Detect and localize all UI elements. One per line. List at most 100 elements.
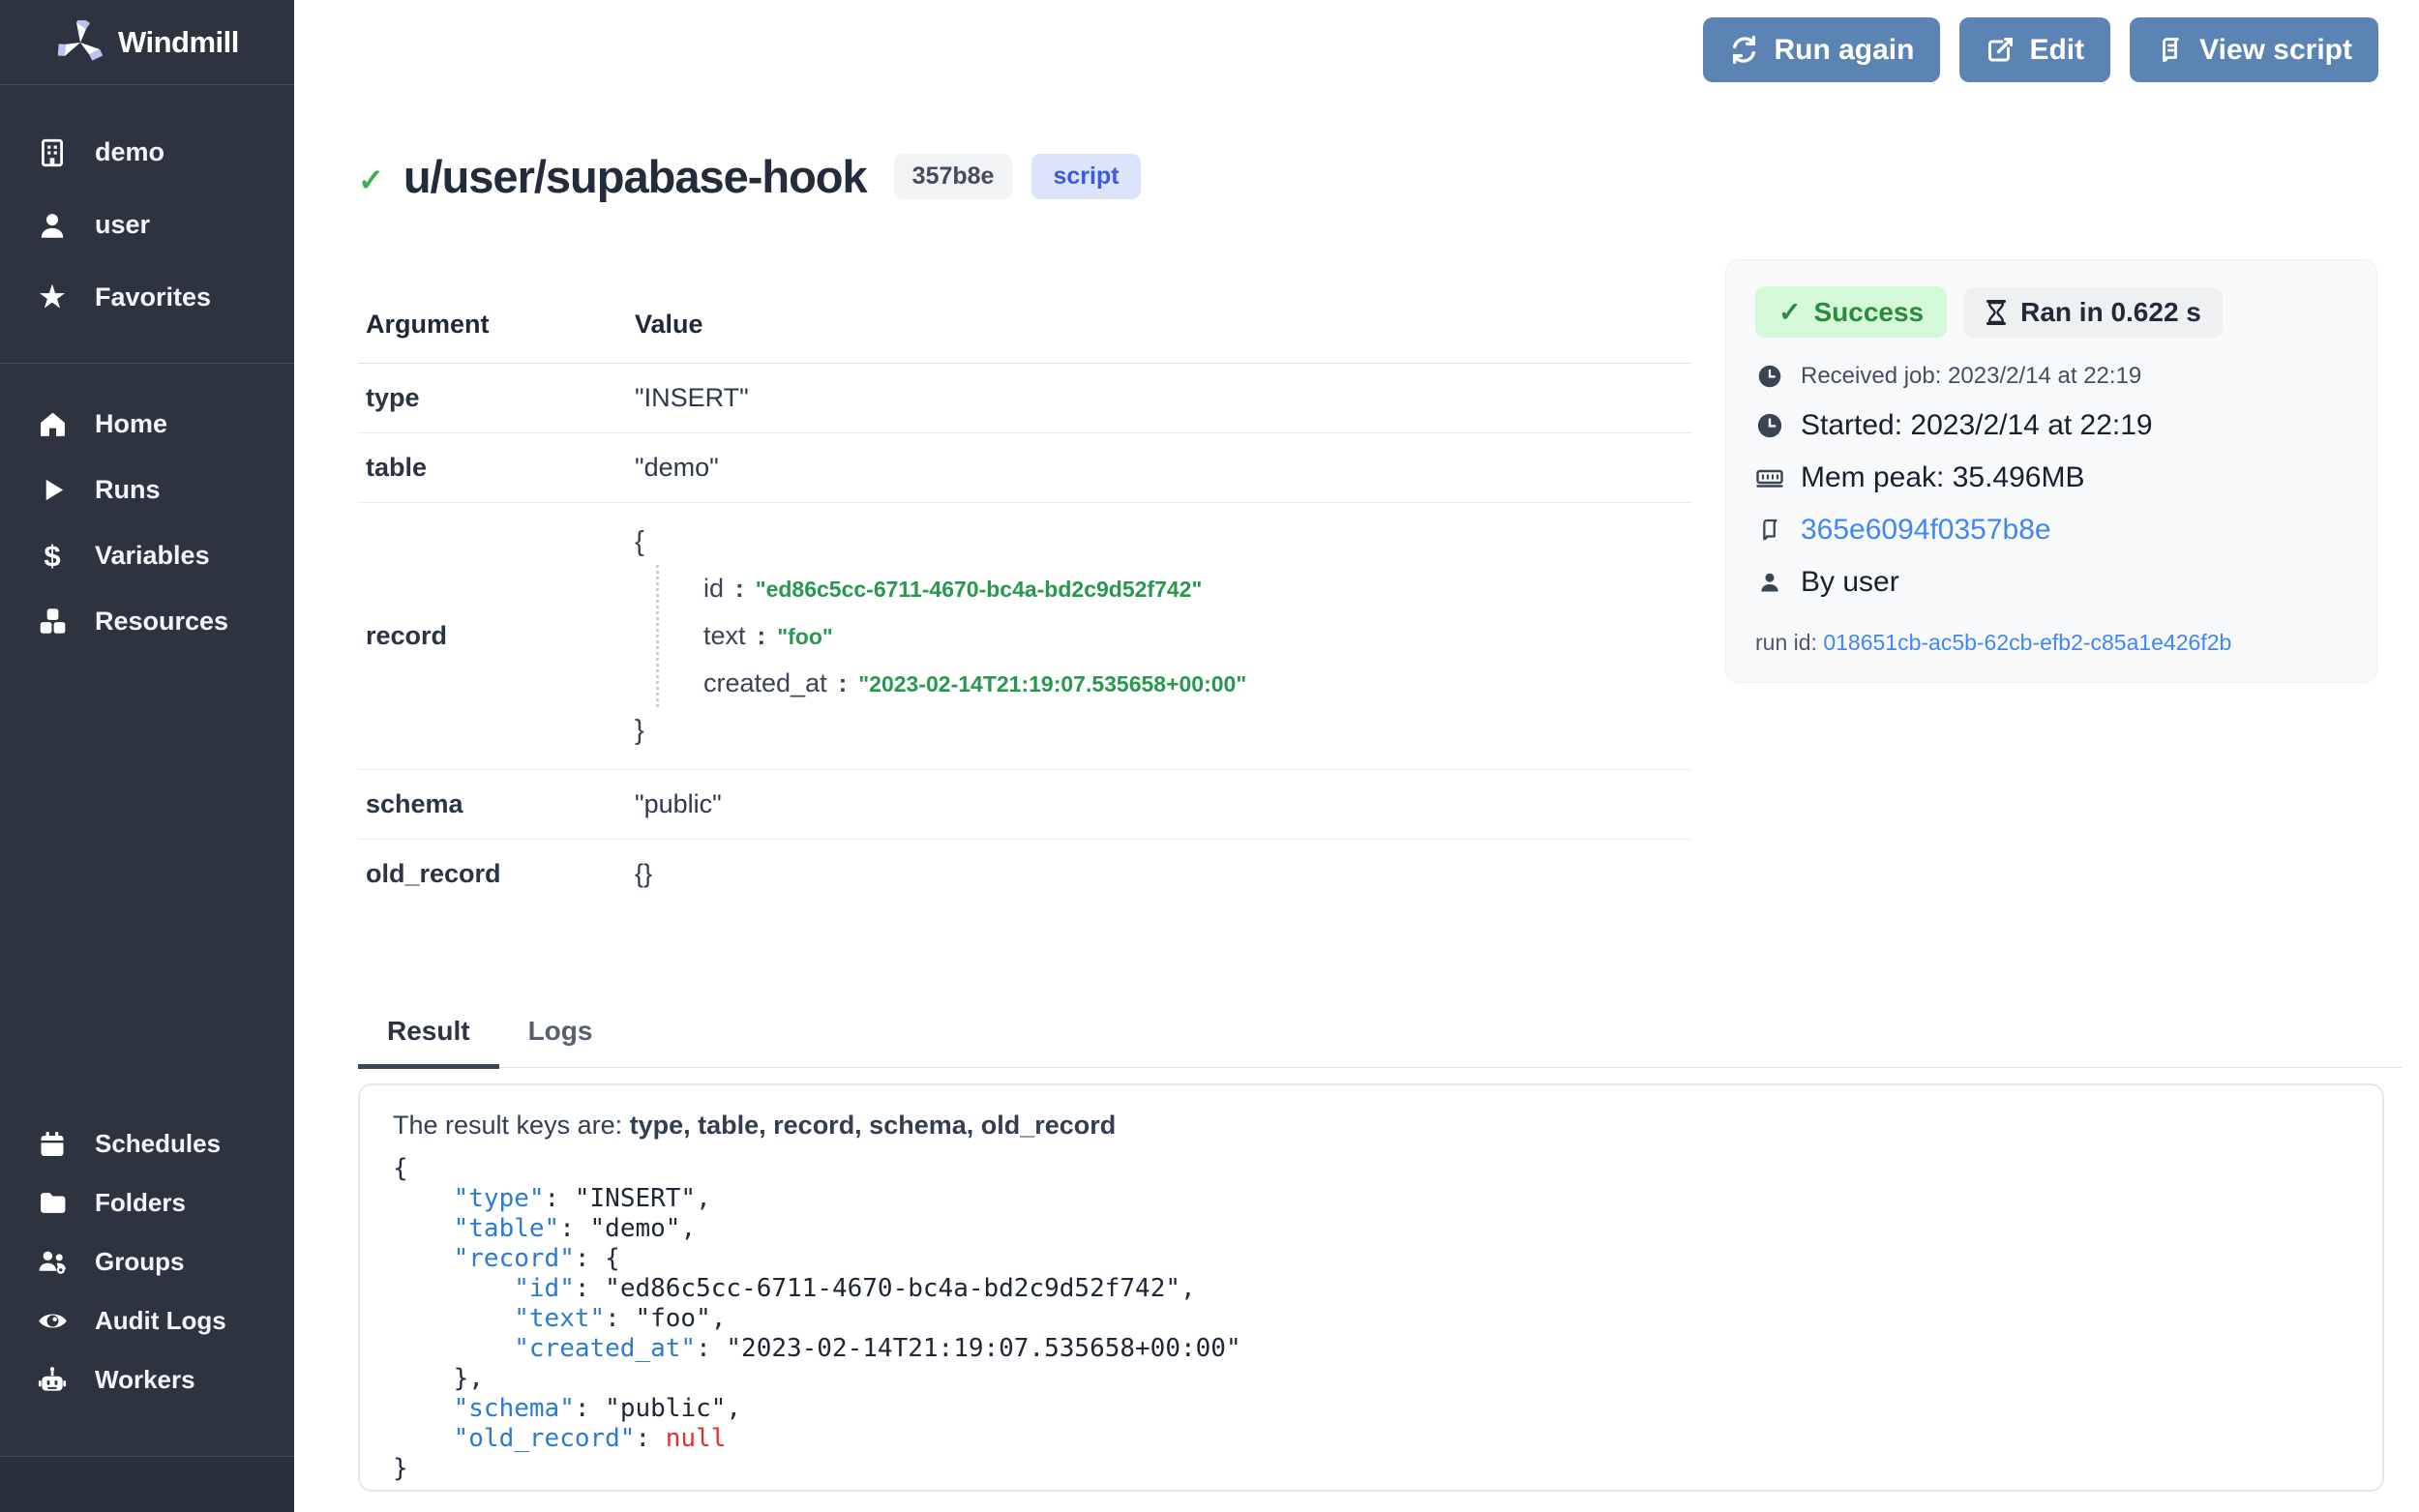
- sidebar-item-workspace[interactable]: demo: [0, 116, 294, 189]
- mem-label: Mem peak: 35.496MB: [1801, 461, 2084, 494]
- table-row-record: record { id : "ed86c5cc-6711-4670-bc4a-b…: [358, 503, 1691, 770]
- mem-row: Mem peak: 35.496MB: [1755, 461, 2347, 494]
- hourglass-icon: [1986, 299, 2007, 326]
- open-brace: {: [635, 522, 1684, 561]
- sidebar-item-label: Audit Logs: [95, 1306, 226, 1336]
- eye-icon: [35, 1305, 70, 1337]
- refresh-icon: [1729, 35, 1759, 65]
- star-icon: ★: [35, 283, 70, 312]
- cubes-icon: [35, 606, 70, 637]
- arguments-table: Argument Value type "INSERT" table "demo…: [358, 286, 1691, 908]
- home-icon: [35, 409, 70, 439]
- play-icon: [35, 476, 70, 504]
- main-content: Run again Edit View script: [294, 0, 2419, 1512]
- sidebar-item-label: Home: [95, 409, 167, 439]
- received-row: Received job: 2023/2/14 at 22:19: [1755, 363, 2347, 390]
- sidebar-item-label: Groups: [95, 1247, 184, 1277]
- record-field-value: "foo": [777, 613, 833, 660]
- received-label: Received job: 2023/2/14 at 22:19: [1801, 363, 2141, 390]
- sidebar-item-label: Folders: [95, 1188, 186, 1218]
- sidebar-item-resources[interactable]: Resources: [0, 588, 294, 654]
- sidebar-item-label: Schedules: [95, 1129, 221, 1159]
- sidebar-item-label: Variables: [95, 541, 210, 571]
- result-keys-list: type, table, record, schema, old_record: [630, 1111, 1117, 1140]
- brand-header[interactable]: Windmill: [0, 0, 294, 85]
- sidebar-item-audit-logs[interactable]: Audit Logs: [0, 1291, 294, 1350]
- record-field-value: "ed86c5cc-6711-4670-bc4a-bd2c9d52f742": [756, 566, 1203, 612]
- table-row: old_record {}: [358, 840, 1691, 908]
- arg-name: type: [366, 383, 635, 413]
- view-script-label: View script: [2199, 34, 2352, 67]
- scroll-icon: [2156, 36, 2185, 65]
- record-object-tree: { id : "ed86c5cc-6711-4670-bc4a-bd2c9d52…: [635, 522, 1684, 750]
- memory-icon: [1755, 463, 1784, 492]
- groups-icon: [35, 1246, 70, 1278]
- scroll-icon: [1755, 518, 1784, 543]
- result-keys-line: The result keys are: type, table, record…: [393, 1111, 2349, 1141]
- sidebar-admin-group: Schedules Folders Groups: [0, 1114, 294, 1409]
- record-field: created_at : "2023-02-14T21:19:07.535658…: [703, 660, 1684, 707]
- run-id-link[interactable]: 018651cb-ac5b-62cb-efb2-c85a1e426f2b: [1823, 630, 2231, 655]
- sidebar-item-label: Resources: [95, 607, 228, 637]
- run-info-card: ✓ Success Ran in 0.622 s: [1725, 259, 2377, 683]
- script-hash-badge: 357b8e: [894, 154, 1013, 199]
- record-field-key: text: [703, 612, 746, 659]
- duration-label: Ran in 0.622 s: [2020, 297, 2201, 328]
- sidebar-item-home[interactable]: Home: [0, 391, 294, 457]
- run-again-button[interactable]: Run again: [1703, 17, 1940, 82]
- result-json: { "type": "INSERT", "table": "demo", "re…: [393, 1154, 2349, 1484]
- table-row: type "INSERT": [358, 364, 1691, 433]
- folder-icon: [35, 1188, 70, 1218]
- by-user-label: By user: [1801, 566, 1899, 599]
- status-badge: ✓ Success: [1755, 286, 1947, 338]
- sidebar-item-workers[interactable]: Workers: [0, 1350, 294, 1409]
- run-again-label: Run again: [1774, 34, 1914, 67]
- column-value: Value: [635, 310, 1684, 340]
- record-field-key: created_at: [703, 660, 827, 706]
- record-field-colon: :: [735, 565, 744, 611]
- arg-name: schema: [366, 789, 635, 819]
- status-label: Success: [1813, 297, 1924, 328]
- table-row: table "demo": [358, 433, 1691, 503]
- arguments-table-header: Argument Value: [358, 286, 1691, 364]
- sidebar-item-folders[interactable]: Folders: [0, 1173, 294, 1232]
- person-icon: [1755, 570, 1784, 595]
- sidebar-workspace-group: demo user ★ Favorites: [0, 85, 294, 364]
- record-field: text : "foo": [703, 612, 1684, 660]
- sidebar-nav-group: Home Runs $ Variables Resources: [0, 364, 294, 654]
- script-hash-link[interactable]: 365e6094f0357b8e: [1801, 514, 2051, 547]
- user-icon: [35, 210, 70, 241]
- edit-icon: [1986, 36, 2015, 65]
- sidebar-item-favorites[interactable]: ★ Favorites: [0, 261, 294, 334]
- sidebar-item-schedules[interactable]: Schedules: [0, 1114, 294, 1173]
- windmill-logo-icon: [58, 20, 103, 65]
- sidebar-item-runs[interactable]: Runs: [0, 457, 294, 522]
- view-script-button[interactable]: View script: [2130, 17, 2378, 82]
- sidebar-item-label: Favorites: [95, 282, 211, 312]
- sidebar-item-user[interactable]: user: [0, 189, 294, 261]
- arg-value: "demo": [635, 453, 1684, 483]
- sidebar: Windmill demo user ★: [0, 0, 294, 1512]
- tab-logs[interactable]: Logs: [499, 1016, 622, 1067]
- page-title: u/user/supabase-hook: [403, 150, 867, 203]
- sidebar-item-variables[interactable]: $ Variables: [0, 522, 294, 588]
- arg-value: {}: [635, 859, 1684, 889]
- calendar-icon: [35, 1130, 70, 1159]
- success-check-icon: ✓: [358, 162, 384, 198]
- robot-icon: [35, 1365, 70, 1396]
- table-row: schema "public": [358, 770, 1691, 840]
- sidebar-item-label: demo: [95, 137, 164, 167]
- run-id-label: run id:: [1755, 630, 1823, 655]
- arg-value: "INSERT": [635, 383, 1684, 413]
- record-field-colon: :: [758, 612, 766, 659]
- tab-result[interactable]: Result: [358, 1016, 499, 1069]
- edit-button[interactable]: Edit: [1959, 17, 2110, 82]
- started-row: Started: 2023/2/14 at 22:19: [1755, 409, 2347, 442]
- sidebar-item-groups[interactable]: Groups: [0, 1232, 294, 1291]
- duration-badge: Ran in 0.622 s: [1964, 287, 2223, 338]
- arg-name: record: [366, 621, 635, 651]
- clock-icon: [1755, 364, 1784, 389]
- edit-label: Edit: [2029, 34, 2084, 67]
- sidebar-item-label: Workers: [95, 1365, 195, 1395]
- run-id-row: run id: 018651cb-ac5b-62cb-efb2-c85a1e42…: [1755, 630, 2347, 656]
